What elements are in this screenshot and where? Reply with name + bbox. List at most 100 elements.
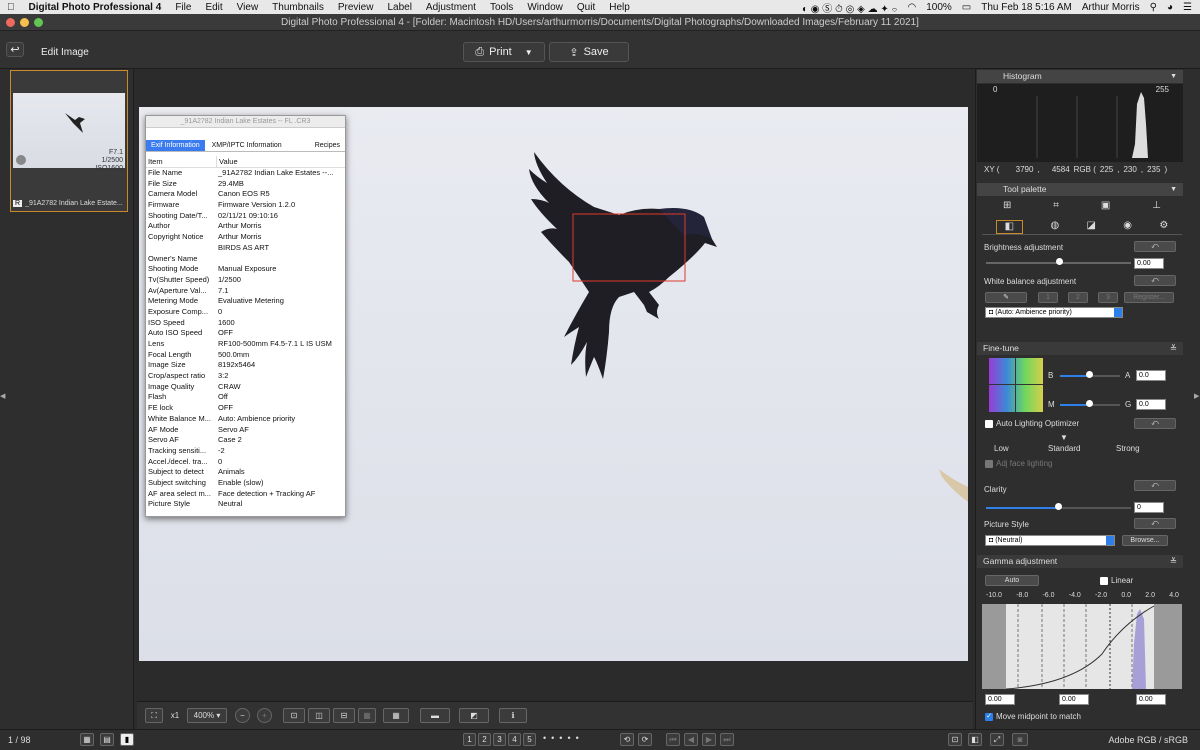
print-button[interactable]: ⎙ Print ▼ [463,42,545,62]
menu-label[interactable]: Label [380,2,418,13]
wb-preset-2[interactable]: 2 [1068,292,1088,303]
info-row[interactable]: Tv(Shutter Speed) 1/2500 [146,275,345,286]
image-icon[interactable]: ▣ [1101,200,1110,216]
info-row[interactable]: Focal Length 500.0mm [146,350,345,361]
first-image-icon[interactable]: ⏮ [666,733,680,746]
color-tab-icon[interactable]: ◉ [1123,220,1132,234]
zoom-x1-button[interactable]: x1 [166,708,184,723]
lens-tab-icon[interactable]: ◍ [1050,220,1059,234]
highlight-warning-icon[interactable]: ◩ [459,708,489,723]
rating-1[interactable]: 1 [463,733,476,746]
left-collapse-icon[interactable]: ◀ [0,392,5,400]
info-row[interactable]: Image Quality CRAW [146,382,345,393]
info-row[interactable]: Flash Off [146,392,345,403]
mg-slider-knob[interactable] [1086,400,1093,407]
info-row[interactable]: Shooting Mode Manual Exposure [146,264,345,275]
brightness-value[interactable]: 0.00 [1134,258,1164,269]
info-row[interactable]: Picture Style Neutral [146,499,345,510]
control-center-icon[interactable]: ☰ [1183,2,1192,13]
register-button[interactable]: Register... [1124,292,1174,303]
info-row[interactable]: Servo AF Case 2 [146,435,345,446]
alo-level-marker[interactable]: ▼ [1060,433,1068,442]
picture-style-select[interactable]: ◘ (Neutral) [985,535,1115,546]
alo-checkbox[interactable] [985,420,993,428]
battery-percent[interactable]: 100% [926,2,952,13]
gamma-graph[interactable] [982,604,1182,690]
compare-icon[interactable]: ◫ [308,708,330,723]
clock[interactable]: Thu Feb 18 5:16 AM [981,2,1072,13]
fullscreen-icon[interactable]: ⤢ [990,733,1004,746]
info-row[interactable]: Firmware Firmware Version 1.2.0 [146,200,345,211]
rotate-right-icon[interactable]: ⟳ [638,733,652,746]
info-row[interactable]: Av(Aperture Val... 7.1 [146,286,345,297]
brightness-slider-knob[interactable] [1055,258,1063,265]
info-row[interactable]: Exposure Comp... 0 [146,307,345,318]
status-icons[interactable]: ◐ ◉ Ⓢ ⏱ ◎ ◈ ☁ ✦ ⌔ [802,0,898,15]
wb-preset-3[interactable]: 3 [1098,292,1118,303]
midpoint-checkbox[interactable]: ✓ [985,713,993,721]
zoom-select[interactable]: 400% ▾ [187,708,227,723]
alo-reset-button[interactable]: ⤺ [1134,418,1176,429]
display-mode-icon[interactable]: ▬ [420,708,450,723]
clarity-value[interactable]: 0 [1134,502,1164,513]
tool-palette-header[interactable]: Tool palette ▼ [977,183,1183,196]
info-row[interactable]: Subject switching Enable (slow) [146,478,345,489]
alo-standard[interactable]: Standard [1048,444,1080,453]
picture-style-reset-button[interactable]: ⤺ [1134,518,1176,529]
minimize-window-icon[interactable] [20,18,29,27]
rotate-left-icon[interactable]: ⟲ [620,733,634,746]
star-rating[interactable]: ••••• [543,733,615,746]
info-row[interactable]: Subject to detect Animals [146,467,345,478]
clarity-reset-button[interactable]: ⤺ [1134,480,1176,491]
menu-thumbnails[interactable]: Thumbnails [265,2,331,13]
info-row[interactable]: FE lock OFF [146,403,345,414]
crop-icon[interactable]: ⌗ [1053,200,1059,216]
info-row[interactable]: Auto ISO Speed OFF [146,328,345,339]
camera-icon[interactable]: ◙ [1012,733,1028,746]
g-value[interactable]: 0.0 [1136,399,1166,410]
menu-file[interactable]: File [168,2,198,13]
af-point-icon[interactable]: ⊡ [283,708,305,723]
browse-button[interactable]: Browse... [1122,535,1168,546]
apple-icon[interactable]:  [0,2,22,13]
menu-app-name[interactable]: Digital Photo Professional 4 [22,2,169,13]
info-row[interactable]: ISO Speed 1600 [146,318,345,329]
zoom-in-icon[interactable]: + [257,708,272,723]
next-image-icon[interactable]: ▶ [702,733,716,746]
info-row[interactable]: AF Mode Servo AF [146,425,345,436]
menu-quit[interactable]: Quit [570,2,602,13]
finetune-header[interactable]: Fine-tune ≚ [977,342,1183,355]
prev-image-icon[interactable]: ◀ [684,733,698,746]
gamma-auto-button[interactable]: Auto [985,575,1039,586]
info-icon[interactable]: ℹ [499,708,527,723]
info-row[interactable]: Accel./decel. tra... 0 [146,457,345,468]
list-view-icon[interactable]: ▤ [100,733,114,746]
rating-5[interactable]: 5 [523,733,536,746]
histogram-toggle-icon[interactable]: ◧ [968,733,982,746]
user-name[interactable]: Arthur Morris [1082,2,1140,13]
rating-2[interactable]: 2 [478,733,491,746]
wifi-icon[interactable]: ◠ [907,2,916,13]
brightness-reset-button[interactable]: ⤺ [1134,241,1176,252]
menu-view[interactable]: View [230,2,266,13]
settings-icon[interactable]: ⚙ [1159,220,1168,234]
info-row[interactable]: Metering Mode Evaluative Metering [146,296,345,307]
gamma-black-value[interactable]: 0.00 [985,694,1015,705]
zoom-out-icon[interactable]: − [235,708,250,723]
right-collapse-icon[interactable]: ▶ [1194,392,1199,400]
info-row[interactable]: File Size 29.4MB [146,179,345,190]
face-lighting-checkbox[interactable] [985,460,993,468]
overlay-icon[interactable]: ▦ [358,708,376,723]
wb-reset-button[interactable]: ⤺ [1134,275,1176,286]
color-wheel[interactable] [989,358,1043,412]
wb-preset-1[interactable]: 1 [1038,292,1058,303]
curve-tab-icon[interactable]: ◪ [1087,220,1096,234]
chevron-down-icon[interactable]: ▼ [1170,70,1177,83]
basic-adjust-icon[interactable]: ⊞ [1003,200,1011,216]
menu-preview[interactable]: Preview [331,2,381,13]
info-row[interactable]: Owner's Name [146,254,345,265]
ba-slider-knob[interactable] [1086,371,1093,378]
battery-icon[interactable]: ▭ [962,2,971,13]
stamp-icon[interactable]: ⊥ [1152,200,1161,216]
info-window[interactable]: _91A2782 Indian Lake Estates -- FL .CR3 … [145,115,346,517]
